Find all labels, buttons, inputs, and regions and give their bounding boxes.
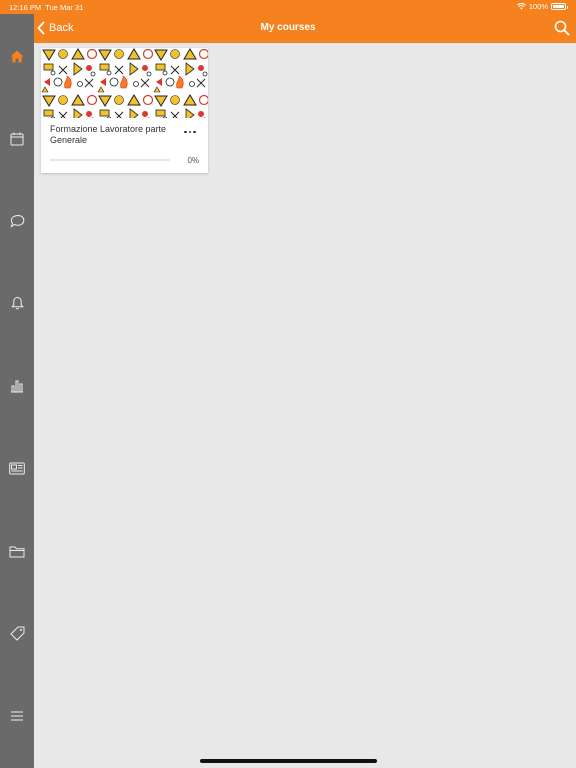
page-title: My courses	[260, 22, 316, 33]
battery-percent: 100%	[528, 2, 548, 11]
top-bar: Back My courses	[0, 14, 576, 43]
more-dots-icon	[184, 130, 187, 134]
newspaper-icon	[9, 462, 25, 474]
sidebar-item-files[interactable]	[0, 533, 34, 569]
status-indicators: 100%	[516, 2, 568, 11]
course-card[interactable]: Formazione Lavoratore parte Generale 0%	[41, 48, 208, 173]
home-icon	[10, 50, 24, 62]
sidebar-item-reports[interactable]	[0, 368, 34, 404]
search-button[interactable]	[553, 19, 571, 37]
course-title: Formazione Lavoratore parte Generale	[50, 124, 167, 145]
home-indicator	[200, 759, 377, 763]
sidebar-item-calendar[interactable]	[0, 121, 34, 157]
menu-icon	[11, 711, 23, 721]
sidebar-item-tags[interactable]	[0, 615, 34, 651]
battery-icon	[551, 3, 568, 10]
course-progress-label: 0%	[187, 156, 199, 165]
course-options-button[interactable]	[181, 126, 199, 138]
status-time: 12:16 PM Tue Mar 31	[9, 3, 84, 12]
sidebar-item-messages[interactable]	[0, 203, 34, 239]
folder-icon	[9, 546, 25, 557]
chevron-left-icon	[37, 21, 45, 35]
tag-icon	[9, 626, 24, 641]
wifi-icon	[516, 3, 526, 10]
bar-chart-icon	[11, 380, 23, 393]
bell-icon	[10, 296, 24, 310]
course-progress-bar	[50, 159, 170, 161]
sidebar-item-notifications[interactable]	[0, 285, 34, 321]
calendar-icon	[10, 132, 24, 146]
sidebar-item-news[interactable]	[0, 450, 34, 486]
search-icon	[554, 20, 570, 36]
back-button[interactable]: Back	[37, 19, 73, 37]
chat-icon	[10, 214, 24, 228]
status-bar: 12:16 PM Tue Mar 31 100%	[0, 0, 576, 14]
sidebar	[0, 14, 34, 768]
back-label: Back	[49, 22, 74, 34]
course-cover-image	[41, 48, 208, 118]
sidebar-item-menu[interactable]	[0, 698, 34, 734]
sidebar-item-home[interactable]	[0, 38, 34, 74]
